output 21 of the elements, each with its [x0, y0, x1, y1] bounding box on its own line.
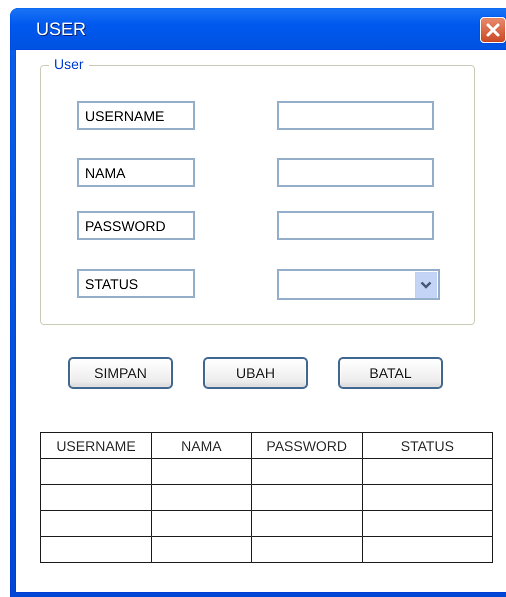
dropdown[interactable]	[277, 269, 440, 300]
input-field[interactable]	[277, 101, 434, 130]
column-header: STATUS	[362, 432, 492, 458]
action-button[interactable]: BATAL	[338, 357, 443, 389]
column-header: NAMA	[152, 432, 252, 458]
close-icon	[485, 22, 501, 38]
window-title: USER	[36, 18, 86, 40]
input-field[interactable]	[277, 211, 434, 240]
field-label: PASSWORD	[77, 211, 195, 240]
field-label: STATUS	[77, 269, 195, 298]
chevron-down-icon	[420, 280, 432, 288]
field-label: NAMA	[77, 158, 195, 187]
field-label: USERNAME	[77, 101, 195, 130]
dropdown-button[interactable]	[415, 272, 437, 298]
input-field[interactable]	[277, 158, 434, 187]
action-button[interactable]: SIMPAN	[68, 357, 173, 389]
column-header: PASSWORD	[251, 432, 362, 458]
column-header: USERNAME	[40, 432, 152, 458]
close-button[interactable]	[480, 17, 506, 43]
group-title: User	[49, 56, 89, 72]
action-button[interactable]: UBAH	[203, 357, 308, 389]
